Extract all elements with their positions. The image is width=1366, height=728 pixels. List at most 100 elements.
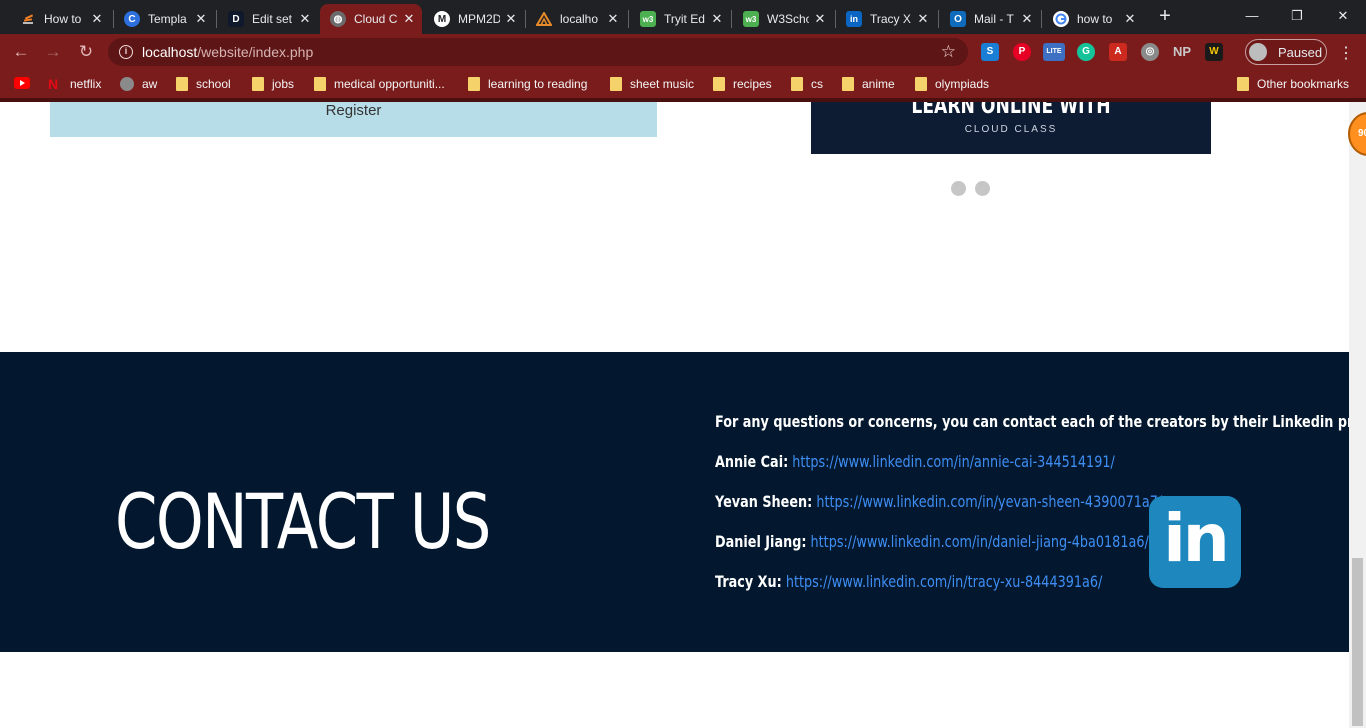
bookmark-youtube[interactable] <box>14 76 36 92</box>
reload-button[interactable]: ↻ <box>75 41 97 63</box>
avatar <box>1249 43 1267 61</box>
bookmark-label: learning to reading <box>488 77 588 91</box>
tab-edit-set[interactable]: D Edit set ✕ <box>218 4 318 34</box>
tab-separator <box>731 10 732 28</box>
page-scrollbar[interactable] <box>1349 102 1366 728</box>
close-icon[interactable]: ✕ <box>90 11 104 27</box>
tab-title: How to <box>44 12 82 26</box>
tab-how-to[interactable]: How to ✕ <box>10 4 110 34</box>
bookmark-label: medical opportuniti... <box>334 77 445 91</box>
scrollbar-thumb[interactable] <box>1352 558 1363 726</box>
tab-title: how to <box>1077 12 1113 26</box>
netflix-icon: N <box>48 76 59 92</box>
tab-title: Tryit Ed <box>664 12 705 26</box>
tab-w3schools[interactable]: w3 W3Scho ✕ <box>733 4 833 34</box>
discord-icon[interactable]: ◎ <box>1141 43 1159 61</box>
bookmark-folder-sheet-music[interactable]: sheet music <box>610 76 694 92</box>
close-icon[interactable]: ✕ <box>813 11 827 27</box>
close-window-button[interactable]: ✕ <box>1328 6 1358 26</box>
bookmark-folder-olympiads[interactable]: olympiads <box>915 76 989 92</box>
address-url[interactable]: localhost/website/index.php <box>142 44 313 60</box>
other-bookmarks[interactable]: Other bookmarks <box>1237 76 1349 92</box>
globe-icon: ◍ <box>330 11 346 27</box>
tab-mail[interactable]: O Mail - T ✕ <box>940 4 1040 34</box>
url-path: /website/index.php <box>197 44 314 60</box>
contact-line: Yevan Sheen: https://www.linkedin.com/in… <box>715 492 1162 511</box>
new-tab-button[interactable]: + <box>1153 6 1177 28</box>
folder-icon <box>468 77 480 91</box>
s-icon[interactable]: S <box>981 43 999 61</box>
tab-title: W3Scho <box>767 12 809 26</box>
tab-mpm2d[interactable]: M MPM2D ✕ <box>424 4 524 34</box>
bookmark-folder-jobs[interactable]: jobs <box>252 76 294 92</box>
contact-intro: For any questions or concerns, you can c… <box>715 412 1349 431</box>
contact-link[interactable]: https://www.linkedin.com/in/daniel-jiang… <box>811 532 1149 551</box>
carousel-dot[interactable] <box>975 181 990 196</box>
close-icon[interactable]: ✕ <box>1020 11 1034 27</box>
bookmark-netflix[interactable]: N netflix <box>48 76 101 92</box>
star-icon[interactable]: ☆ <box>941 42 956 62</box>
folder-icon <box>791 77 803 91</box>
bookmark-label: olympiads <box>935 77 990 91</box>
xampp-icon <box>536 11 552 27</box>
register-button[interactable]: Register <box>50 102 657 137</box>
canva-icon: C <box>124 11 140 27</box>
folder-icon <box>713 77 725 91</box>
close-icon[interactable]: ✕ <box>194 11 208 27</box>
close-icon[interactable]: ✕ <box>916 11 930 27</box>
close-icon[interactable]: ✕ <box>1123 11 1137 27</box>
tab-cloud-class[interactable]: ◍ Cloud C ✕ <box>320 4 422 34</box>
pinterest-icon[interactable]: P <box>1013 43 1031 61</box>
more-menu-icon[interactable]: ⋮ <box>1338 43 1354 63</box>
tab-how-to-google[interactable]: how to ✕ <box>1043 4 1143 34</box>
close-icon[interactable]: ✕ <box>504 11 518 27</box>
contact-line: Tracy Xu: https://www.linkedin.com/in/tr… <box>715 572 1102 591</box>
tab-localhost[interactable]: localho ✕ <box>526 4 626 34</box>
np-icon[interactable]: NP <box>1171 43 1193 61</box>
bookmark-label: cs <box>811 77 823 91</box>
w-icon[interactable]: W <box>1205 43 1223 61</box>
contact-link[interactable]: https://www.linkedin.com/in/yevan-sheen-… <box>816 492 1162 511</box>
profile-button[interactable]: Paused <box>1245 39 1327 65</box>
slide-heading: LEARN ONLINE WITH <box>911 102 1111 119</box>
contact-line: Annie Cai: https://www.linkedin.com/in/a… <box>715 452 1115 471</box>
bookmark-folder-learning[interactable]: learning to reading <box>468 76 587 92</box>
bookmark-label: jobs <box>272 77 295 91</box>
bookmark-folder-recipes[interactable]: recipes <box>713 76 772 92</box>
minimize-button[interactable]: — <box>1237 6 1267 26</box>
forward-button[interactable]: → <box>42 41 64 63</box>
grammarly-icon[interactable]: G <box>1077 43 1095 61</box>
bookmark-folder-school[interactable]: school <box>176 76 231 92</box>
tab-tryit-editor[interactable]: w3 Tryit Ed ✕ <box>630 4 730 34</box>
back-button[interactable]: ← <box>10 41 32 63</box>
lite-icon[interactable]: LITE <box>1043 43 1065 61</box>
close-icon[interactable]: ✕ <box>402 11 416 27</box>
info-icon[interactable]: i <box>119 45 133 59</box>
bookmark-label: recipes <box>733 77 772 91</box>
linkedin-icon: in <box>846 11 862 27</box>
bookmark-folder-anime[interactable]: anime <box>842 76 895 92</box>
close-icon[interactable]: ✕ <box>710 11 724 27</box>
bookmark-aw[interactable]: aw <box>120 76 157 92</box>
folder-icon <box>842 77 854 91</box>
tab-title: Edit set <box>252 12 293 26</box>
contact-line: Daniel Jiang: https://www.linkedin.com/i… <box>715 532 1149 551</box>
register-label: Register <box>325 102 382 119</box>
carousel-dot[interactable] <box>951 181 966 196</box>
bookmarks-bar: N netflix aw school jobs medical opportu… <box>0 70 1366 98</box>
contact-link[interactable]: https://www.linkedin.com/in/annie-cai-34… <box>792 452 1115 471</box>
bookmark-folder-cs[interactable]: cs <box>791 76 823 92</box>
pdf-icon[interactable]: A <box>1109 43 1127 61</box>
address-bar[interactable]: i localhost/website/index.php ☆ <box>108 38 968 66</box>
close-icon[interactable]: ✕ <box>298 11 312 27</box>
contact-link[interactable]: https://www.linkedin.com/in/tracy-xu-844… <box>786 572 1102 591</box>
tab-templa[interactable]: C Templa ✕ <box>114 4 214 34</box>
tab-tracy-xu[interactable]: in Tracy X ✕ <box>836 4 936 34</box>
linkedin-logo-text: in <box>1163 500 1230 577</box>
tab-title: localho <box>560 12 599 26</box>
close-icon[interactable]: ✕ <box>606 11 620 27</box>
bookmark-folder-medical[interactable]: medical opportuniti... <box>314 76 445 92</box>
browser-toolbar: ← → ↻ i localhost/website/index.php ☆ S … <box>0 34 1366 70</box>
slide-subheading: CLOUD CLASS <box>964 124 1058 135</box>
restore-button[interactable]: ❐ <box>1282 6 1312 26</box>
